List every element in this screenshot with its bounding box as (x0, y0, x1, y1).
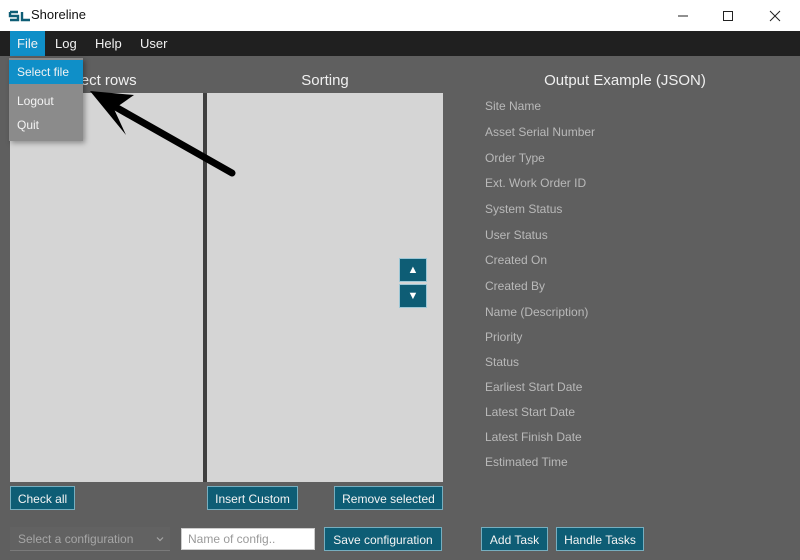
output-field: Created By (485, 279, 546, 293)
maximize-icon (723, 10, 733, 21)
output-field: Priority (485, 330, 523, 344)
output-field: Asset Serial Number (485, 125, 596, 139)
output-field: Ext. Work Order ID (485, 176, 587, 190)
title-bar: Shoreline (0, 0, 800, 32)
output-field: User Status (485, 228, 548, 242)
menu-file[interactable]: File (10, 31, 45, 56)
maximize-button[interactable] (705, 0, 751, 31)
menu-user[interactable]: User (133, 31, 174, 56)
minimize-icon (678, 15, 688, 16)
configuration-select[interactable]: Select a configuration (10, 527, 170, 551)
add-task-button[interactable]: Add Task (481, 527, 548, 551)
minimize-button[interactable] (660, 0, 706, 31)
output-field: Earliest Start Date (485, 380, 583, 394)
output-field: Name (Description) (485, 305, 589, 319)
menu-help[interactable]: Help (88, 31, 129, 56)
output-field: Latest Start Date (485, 405, 576, 419)
output-field: Status (485, 355, 520, 369)
move-up-button[interactable]: ▲ (399, 258, 427, 282)
shoreline-logo-icon (8, 10, 30, 22)
window-title: Shoreline (31, 7, 86, 22)
app-window: Shoreline File Log Help User lect rows S… (0, 0, 800, 560)
check-all-button[interactable]: Check all (10, 486, 75, 510)
handle-tasks-button[interactable]: Handle Tasks (556, 527, 644, 551)
output-field: Estimated Time (485, 455, 568, 469)
arrow-up-icon: ▲ (407, 264, 419, 276)
close-icon (769, 10, 781, 21)
remove-selected-button[interactable]: Remove selected (334, 486, 443, 510)
menu-log[interactable]: Log (48, 31, 84, 56)
output-field: Latest Finish Date (485, 430, 582, 444)
output-field: Created On (485, 253, 548, 267)
insert-custom-button[interactable]: Insert Custom (207, 486, 298, 510)
output-title: Output Example (JSON) (544, 72, 706, 89)
move-down-button[interactable]: ▼ (399, 284, 427, 308)
close-button[interactable] (752, 0, 798, 31)
output-field: System Status (485, 202, 563, 216)
chevron-down-icon[interactable] (152, 527, 168, 551)
config-name-input[interactable] (181, 528, 315, 550)
save-configuration-button[interactable]: Save configuration (324, 527, 442, 551)
pointer-arrow-annotation (90, 91, 236, 177)
output-field: Site Name (485, 99, 542, 113)
output-field: Order Type (485, 151, 545, 165)
arrow-down-icon: ▼ (407, 290, 419, 302)
menu-item-select-file[interactable]: Select file (9, 60, 83, 84)
